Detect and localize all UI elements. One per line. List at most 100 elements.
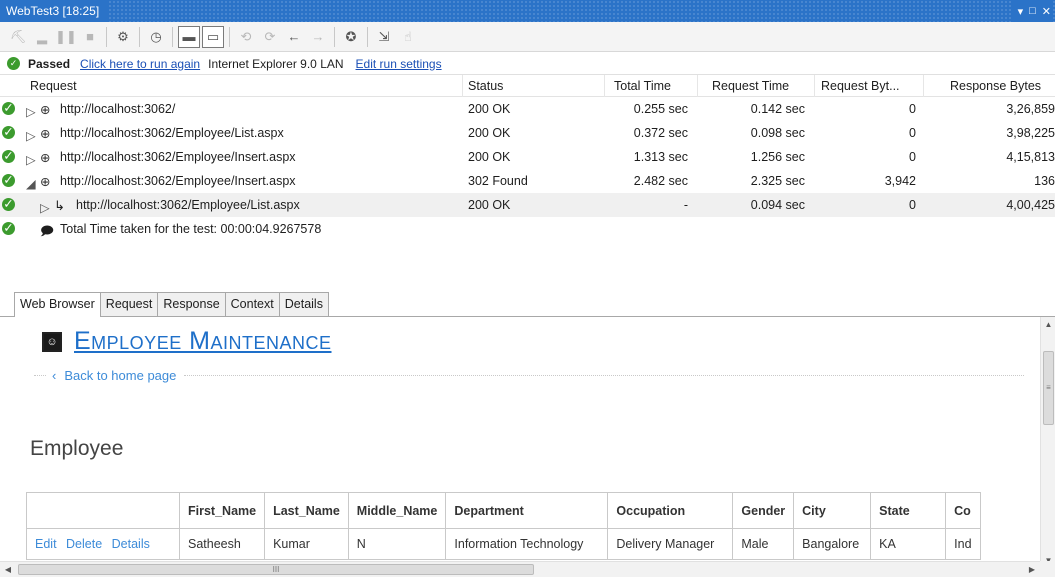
- toolbar-separator: [172, 26, 173, 47]
- run-icon[interactable]: ⛏: [6, 25, 30, 49]
- expand-arrow-icon[interactable]: ▷: [26, 104, 36, 119]
- detail-tabs: Web Browser Request Response Context Det…: [14, 292, 329, 318]
- section-title: Employee: [30, 437, 124, 460]
- column-header-first-name[interactable]: First_Name: [178, 492, 266, 529]
- step-icon[interactable]: ▂: [30, 25, 54, 49]
- cell-state: KA: [870, 528, 947, 560]
- passed-check-icon: ✓: [2, 221, 15, 235]
- toolbar-separator: [139, 26, 140, 47]
- response-bytes: 4,00,425: [1006, 198, 1055, 212]
- request-time: 0.094 sec: [750, 198, 805, 212]
- column-header-last-name[interactable]: Last_Name: [264, 492, 349, 529]
- column-header-request[interactable]: Request: [30, 79, 77, 93]
- column-header-department[interactable]: Department: [445, 492, 609, 529]
- row-actions: Edit Delete Details: [26, 528, 180, 560]
- scroll-right-icon[interactable]: ▶: [1024, 562, 1040, 577]
- cell-occupation: Delivery Manager: [607, 528, 734, 560]
- site-logo-icon: ☺: [42, 331, 62, 352]
- expand-arrow-icon[interactable]: ▷: [26, 152, 36, 167]
- request-row-redirect[interactable]: ✓ ▷ ↳ http://localhost:3062/Employee/Lis…: [0, 193, 1055, 217]
- tab-response[interactable]: Response: [158, 292, 226, 317]
- column-header-total-time[interactable]: Total Time: [614, 79, 671, 93]
- passed-check-icon: ✓: [2, 125, 15, 139]
- request-row[interactable]: ✓ ◢ ⊕ http://localhost:3062/Employee/Ins…: [0, 169, 1055, 193]
- total-time: 0.372 sec: [633, 126, 688, 140]
- toolbar-separator: [367, 26, 368, 47]
- request-status: 200 OK: [468, 150, 511, 164]
- request-time: 1.256 sec: [750, 150, 805, 164]
- scroll-thumb[interactable]: ≡: [1043, 351, 1054, 425]
- stop-icon[interactable]: ■: [78, 25, 102, 49]
- clock-icon[interactable]: ◷: [144, 25, 168, 49]
- web-request-icon: ⊕: [40, 127, 51, 141]
- show-toolbar-icon[interactable]: ▬: [178, 25, 200, 48]
- divider: [34, 374, 46, 376]
- edit-run-settings-link[interactable]: Edit run settings: [356, 57, 442, 71]
- toolbar-separator: [334, 26, 335, 47]
- page-title[interactable]: Employee Maintenance: [74, 327, 332, 356]
- scroll-thumb[interactable]: III: [18, 564, 534, 575]
- request-row[interactable]: ✓ ▷ ⊕ http://localhost:3062/Employee/Lis…: [0, 121, 1055, 145]
- web-browser-pane: ☺ Employee Maintenance ‹ Back to home pa…: [0, 317, 1040, 569]
- passed-check-icon: ✓: [2, 101, 15, 115]
- close-icon[interactable]: ✕: [1042, 5, 1051, 18]
- table-row: Edit Delete Details Satheesh Kumar N Inf…: [26, 528, 981, 560]
- export-icon[interactable]: ⇲: [372, 25, 396, 49]
- tab-context[interactable]: Context: [225, 292, 280, 317]
- context-icon[interactable]: ☝: [396, 25, 420, 49]
- browser-name: Internet Explorer 9.0: [208, 56, 317, 71]
- request-grid: Request Status Total Time Request Time R…: [0, 75, 1055, 280]
- expand-arrow-icon[interactable]: ▷: [26, 128, 36, 143]
- maximize-icon[interactable]: □: [1029, 5, 1036, 17]
- dropdown-icon[interactable]: ▾: [1018, 5, 1024, 18]
- request-bytes: 0: [909, 198, 916, 212]
- request-url: http://localhost:3062/: [60, 102, 176, 116]
- cell-country: Ind: [945, 528, 981, 560]
- column-header-city[interactable]: City: [793, 492, 872, 529]
- tab-details[interactable]: Details: [279, 292, 329, 317]
- parameterize-icon[interactable]: ⚙: [111, 25, 135, 49]
- column-header-state[interactable]: State: [870, 492, 947, 529]
- forward-arrow-icon[interactable]: →: [306, 25, 330, 49]
- web-request-icon: ⊕: [40, 175, 51, 189]
- set-request-icon[interactable]: ⟳: [258, 25, 282, 49]
- toolbar-separator: [106, 26, 107, 47]
- tab-web-browser[interactable]: Web Browser: [14, 292, 101, 318]
- pause-icon[interactable]: ❚❚: [54, 25, 78, 49]
- column-header-request-bytes[interactable]: Request Byt...: [821, 79, 900, 93]
- browser-info: Internet Explorer 9.0 LAN: [208, 57, 343, 71]
- column-header-country[interactable]: Co: [945, 492, 981, 529]
- horizontal-scrollbar[interactable]: ◀ III ▶: [0, 561, 1040, 577]
- back-arrow-icon[interactable]: ←: [282, 25, 306, 49]
- cell-middle-name: N: [347, 528, 447, 560]
- column-header-response-bytes[interactable]: Response Bytes: [950, 79, 1041, 93]
- total-time: -: [683, 198, 688, 212]
- expand-arrow-icon[interactable]: ▷: [40, 200, 50, 215]
- collapse-arrow-icon[interactable]: ◢: [26, 176, 36, 191]
- edit-link[interactable]: Edit: [35, 537, 57, 551]
- request-row[interactable]: ✓ ▷ ⊕ http://localhost:3062/Employee/Ins…: [0, 145, 1055, 169]
- request-row[interactable]: ✓ ▷ ⊕ http://localhost:3062/ 200 OK 0.25…: [0, 97, 1055, 121]
- scroll-up-icon[interactable]: ▲: [1041, 317, 1055, 333]
- scroll-left-icon[interactable]: ◀: [0, 562, 16, 577]
- delete-link[interactable]: Delete: [66, 537, 102, 551]
- web-request-icon: ⊕: [40, 103, 51, 117]
- back-to-home-link[interactable]: Back to home page: [64, 368, 176, 383]
- cell-city: Bangalore: [793, 528, 872, 560]
- column-header-middle-name[interactable]: Middle_Name: [347, 492, 447, 529]
- details-link[interactable]: Details: [112, 537, 150, 551]
- chevron-left-icon: ‹: [52, 367, 57, 383]
- column-header-gender[interactable]: Gender: [732, 492, 795, 529]
- request-time: 0.142 sec: [750, 102, 805, 116]
- back-nav: ‹ Back to home page: [34, 366, 1024, 384]
- column-header-occupation[interactable]: Occupation: [607, 492, 734, 529]
- run-again-link[interactable]: Click here to run again: [80, 57, 200, 71]
- scrollbar-corner: [1040, 561, 1055, 577]
- column-header-status[interactable]: Status: [468, 79, 503, 93]
- column-header-request-time[interactable]: Request Time: [712, 79, 789, 93]
- performance-session-icon[interactable]: ✪: [339, 25, 363, 49]
- add-recording-icon[interactable]: ⟲: [234, 25, 258, 49]
- toggle-details-icon[interactable]: ▭: [202, 25, 224, 48]
- vertical-scrollbar[interactable]: ▲ ≡ ▼: [1040, 317, 1055, 569]
- tab-request[interactable]: Request: [100, 292, 159, 317]
